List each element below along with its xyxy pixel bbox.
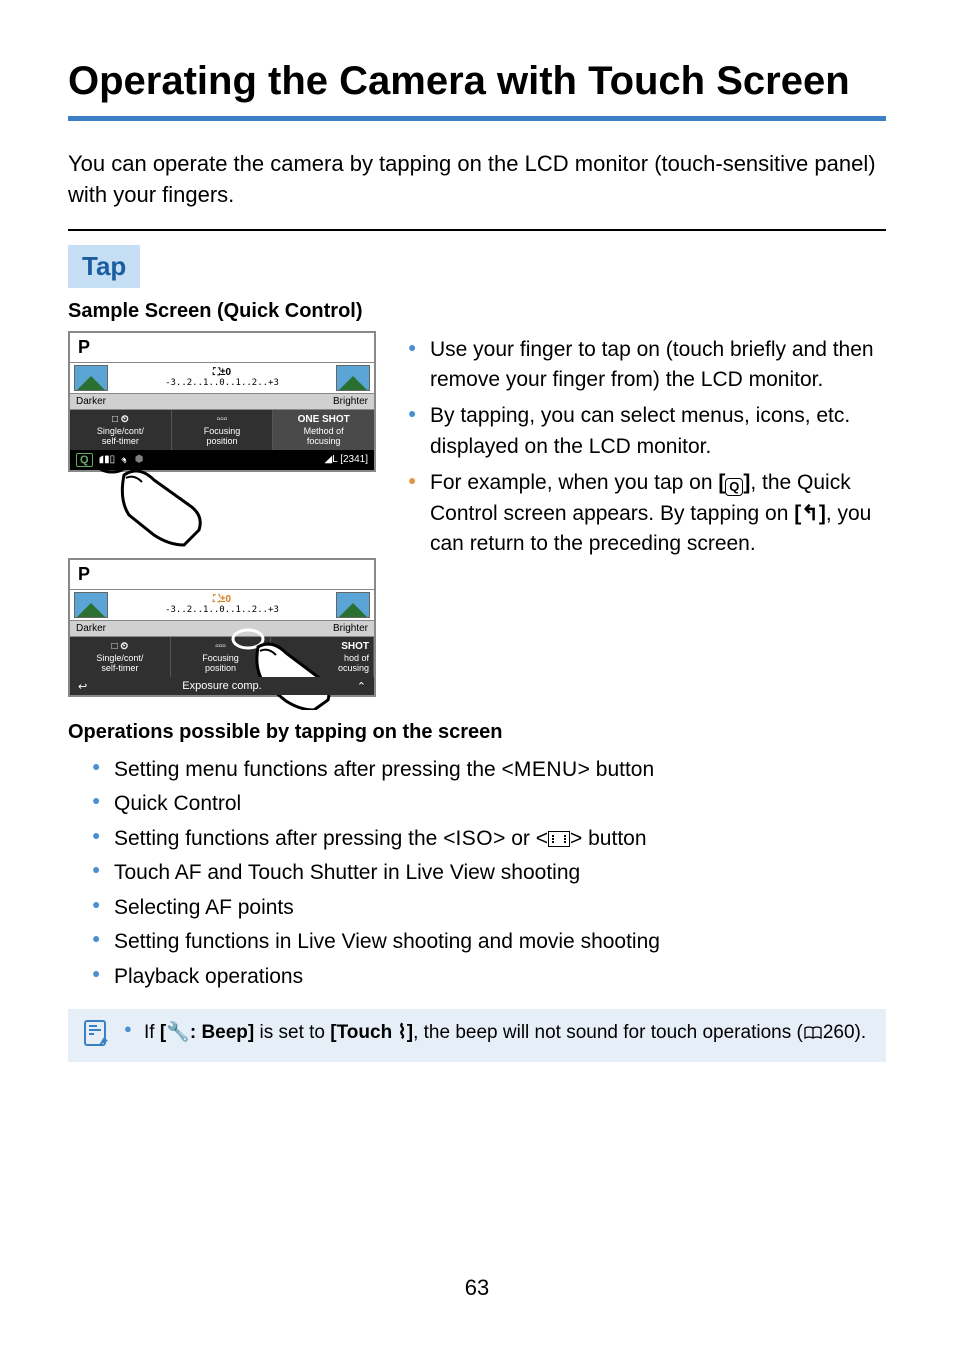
op-menu-functions: Setting menu functions after pressing th… xyxy=(92,754,886,787)
focus-position-label-2: position xyxy=(206,436,237,446)
book-icon xyxy=(803,1026,823,1040)
section-heading: Tap xyxy=(68,245,140,288)
iso-label: ISO xyxy=(455,827,493,850)
af-method-title: ONE SHOT xyxy=(275,414,372,425)
q-button[interactable]: Q xyxy=(76,453,93,467)
ev-scale-2: -3..2..1..0..1..2..+3 xyxy=(108,605,336,615)
drag-gesture-icon xyxy=(230,625,370,710)
up-button[interactable]: ⌃ xyxy=(357,680,366,693)
focus-position-icon: ▫▫▫ xyxy=(174,414,271,425)
af-method-label-2: focusing xyxy=(307,436,341,446)
picture-style-icon-3 xyxy=(74,592,108,618)
darker-label: Darker xyxy=(76,396,106,407)
ev-icon: ⛶ xyxy=(213,367,220,378)
page-title: Operating the Camera with Touch Screen xyxy=(68,56,886,106)
ev-value-2: ±0 xyxy=(220,594,231,605)
drive-mode-button-2[interactable]: □ ⏲ Single/cont/ self-timer xyxy=(70,637,171,677)
exposure-comp-label: Exposure comp. xyxy=(182,680,261,692)
intro-text: You can operate the camera by tapping on… xyxy=(68,149,886,211)
op-playback: Playback operations xyxy=(92,961,886,994)
ev-value: ±0 xyxy=(220,367,231,378)
op-live-view: Setting functions in Live View shooting … xyxy=(92,926,886,959)
drive-mode-icon: □ ⏲ xyxy=(72,414,169,425)
focus-position-button[interactable]: ▫▫▫ Focusing position xyxy=(172,410,274,450)
tap-gesture-icon xyxy=(94,450,234,550)
note-icon xyxy=(82,1019,110,1047)
darker-label-2: Darker xyxy=(76,623,106,634)
drive-mode-label-2b: self-timer xyxy=(101,663,138,673)
note-box: If [🔧: Beep] is set to [Touch ⌇], the be… xyxy=(68,1009,886,1062)
picture-style-icon xyxy=(74,365,108,391)
mode-label-2: P xyxy=(78,564,90,584)
mute-icon: ⌇ xyxy=(397,1022,406,1043)
back-button[interactable]: ↩ xyxy=(78,680,87,693)
drive-mode-button[interactable]: □ ⏲ Single/cont/ self-timer xyxy=(70,410,172,450)
operations-heading: Operations possible by tapping on the sc… xyxy=(68,721,886,744)
bullet-example: For example, when you tap on [Q], the Qu… xyxy=(408,468,886,559)
menu-label: MENU xyxy=(514,758,578,781)
shots-remaining: ◢L [2341] xyxy=(325,454,368,465)
op-quick-control: Quick Control xyxy=(92,788,886,821)
bullet-select-menus: By tapping, you can select menus, icons,… xyxy=(408,401,886,462)
drive-mode-label-1: Single/cont/ xyxy=(97,426,144,436)
note-beep: If [🔧: Beep] is set to [Touch ⌇], the be… xyxy=(124,1019,872,1047)
camera-screen-2: P ⛶±0 -3..2..1..0..1..2..+3 Darker Brigh… xyxy=(68,558,376,697)
back-icon: ↰ xyxy=(801,502,819,525)
drive-mode-icon-2: □ ⏲ xyxy=(72,641,168,652)
sample-screen-subheading: Sample Screen (Quick Control) xyxy=(68,300,886,323)
af-method-button[interactable]: ONE SHOT Method of focusing xyxy=(273,410,374,450)
af-method-label-1: Method of xyxy=(304,426,344,436)
drive-mode-label-2: self-timer xyxy=(102,436,139,446)
q-icon: Q xyxy=(725,478,743,496)
mode-label: P xyxy=(78,337,90,357)
title-underline xyxy=(68,116,886,121)
op-af-points: Selecting AF points xyxy=(92,892,886,925)
ev-icon-2: ⛶ xyxy=(213,594,220,605)
op-iso-functions: Setting functions after pressing the <IS… xyxy=(92,823,886,856)
bullet-tap-description: Use your finger to tap on (touch briefly… xyxy=(408,335,886,396)
picture-style-icon-2 xyxy=(336,365,370,391)
wrench-icon: 🔧 xyxy=(166,1022,190,1043)
camera-screen-1: P ⛶±0 -3..2..1..0..1..2..+3 Darker Brigh… xyxy=(68,331,376,550)
drive-mode-label-2a: Single/cont/ xyxy=(96,653,143,663)
divider xyxy=(68,229,886,231)
ev-scale: -3..2..1..0..1..2..+3 xyxy=(108,378,336,388)
brighter-label: Brighter xyxy=(333,396,368,407)
picture-style-icon-4 xyxy=(336,592,370,618)
op-touch-af: Touch AF and Touch Shutter in Live View … xyxy=(92,857,886,890)
page-number: 63 xyxy=(0,1275,954,1301)
focus-position-label-1: Focusing xyxy=(204,426,241,436)
grid-icon xyxy=(548,831,570,847)
